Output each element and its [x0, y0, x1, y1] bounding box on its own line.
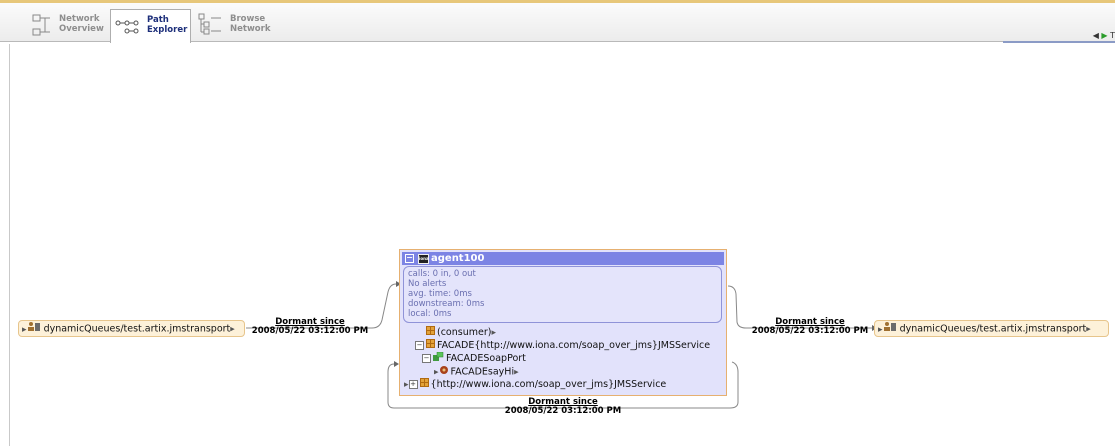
tree-item-soap-port[interactable]: − FACADESoapPort — [422, 351, 526, 365]
tree-item-operation[interactable]: ▸ FACADEsayHi▸ — [434, 365, 519, 379]
tree-item-facade-label: FACADE{http://www.iona.com/soap_over_jms… — [437, 340, 711, 351]
agent-name: agent100 — [431, 253, 485, 264]
stat-local: local: 0ms — [408, 309, 452, 319]
stat-downstream: downstream: 0ms — [408, 299, 485, 309]
operation-gear-icon — [439, 365, 449, 379]
tree-item-consumer[interactable]: (consumer)▸ — [426, 326, 496, 339]
stat-avg-time: avg. time: 0ms — [408, 289, 472, 299]
bottom-link-date: 2008/05/22 03:12:00 PM — [504, 406, 622, 416]
right-link-date: 2008/05/22 03:12:00 PM — [751, 326, 869, 336]
tree-item-port-label: FACADESoapPort — [446, 353, 526, 364]
agent-stats-panel: calls: 0 in, 0 out No alerts avg. time: … — [403, 266, 722, 323]
right-endpoint-out-arrow-icon: ▸ — [1086, 324, 1091, 335]
operation-out-arrow-icon: ▸ — [514, 367, 519, 378]
collapse-icon[interactable]: − — [405, 254, 414, 263]
consumer-arrow-icon: ▸ — [491, 328, 496, 338]
collapse-icon[interactable]: − — [422, 354, 431, 363]
left-endpoint[interactable]: ▸ dynamicQueues/test.artix.jmstransport▸ — [18, 320, 245, 337]
queue-icon — [883, 321, 897, 337]
service-grid-icon — [419, 378, 429, 391]
expand-icon[interactable]: + — [408, 380, 418, 389]
agent-logo-icon: iona — [418, 254, 429, 264]
port-icon — [433, 351, 444, 365]
left-link-label: Dormant since 2008/05/22 03:12:00 PM — [246, 318, 374, 336]
tree-item-operation-label: FACADEsayHi — [450, 366, 515, 378]
right-link-label: Dormant since 2008/05/22 03:12:00 PM — [746, 318, 874, 336]
agent-node[interactable]: − iona agent100 calls: 0 in, 0 out No al… — [399, 249, 727, 396]
right-endpoint[interactable]: ▸ dynamicQueues/test.artix.jmstransport▸ — [874, 320, 1109, 337]
stat-alerts: No alerts — [408, 279, 447, 289]
tree-item-jms-service[interactable]: ▸ + {http://www.iona.com/soap_over_jms}JMS… — [404, 378, 666, 391]
queue-icon — [27, 321, 41, 337]
left-link-date: 2008/05/22 03:12:00 PM — [251, 326, 369, 336]
service-grid-icon — [426, 326, 435, 339]
tree-item-facade-service[interactable]: − FACADE{http://www.iona.com/soap_over_jm… — [415, 339, 710, 352]
stat-calls: calls: 0 in, 0 out — [408, 269, 476, 279]
tree-item-consumer-label: (consumer) — [437, 327, 492, 338]
left-endpoint-out-arrow-icon: ▸ — [230, 324, 235, 335]
left-endpoint-name: dynamicQueues/test.artix.jmstransport — [43, 323, 231, 335]
bottom-link-label: Dormant since 2008/05/22 03:12:00 PM — [499, 398, 627, 416]
tree-item-service-label: {http://www.iona.com/soap_over_jms}JMSSe… — [430, 379, 667, 390]
agent-header[interactable]: − iona agent100 — [402, 252, 724, 265]
right-endpoint-name: dynamicQueues/test.artix.jmstransport — [899, 323, 1087, 335]
collapse-icon[interactable]: − — [415, 341, 424, 350]
service-grid-icon — [426, 339, 435, 352]
